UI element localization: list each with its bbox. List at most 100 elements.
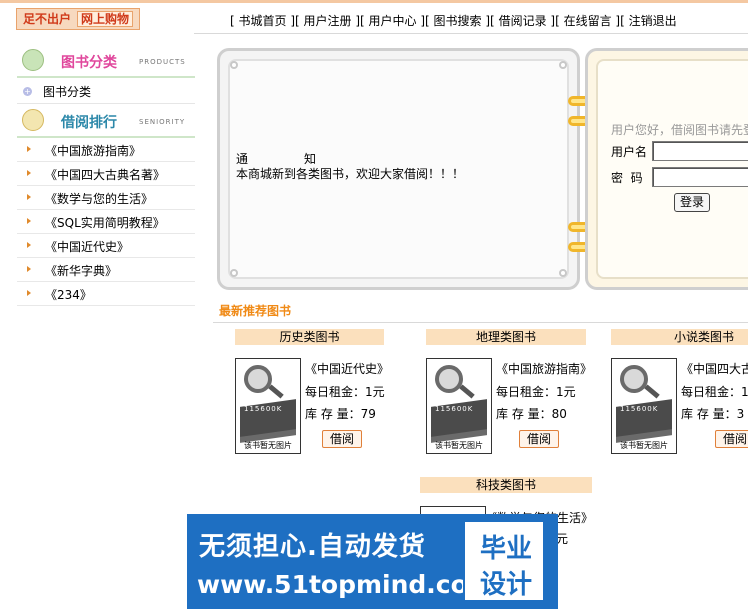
login-button[interactable]: 登录 <box>674 193 710 212</box>
ranking-en-label: SENIORITY <box>139 118 186 126</box>
nav-bracket: ][ <box>546 14 564 28</box>
ranking-item[interactable]: 《中国四大古典名著》 <box>17 162 195 186</box>
nav-user-center[interactable]: 用户中心 <box>369 14 417 28</box>
book-rent: 每日租金：1 <box>681 385 748 399</box>
ranking-item-label: 《SQL实用简明教程》 <box>45 216 165 230</box>
recommend-title: 最新推荐图书 <box>219 304 292 318</box>
watermark-banner: 无须担心.自动发货 www.51topmind.com 毕业 设计 <box>187 514 558 609</box>
borrow-button[interactable]: 借阅 <box>715 430 748 448</box>
arrow-icon <box>27 266 31 272</box>
ranking-list: 《中国旅游指南》 《中国四大古典名著》 《数学与您的生活》 《SQL实用简明教程… <box>17 138 195 306</box>
password-label: 密 码 <box>611 171 643 185</box>
book-rent: 每日租金：1元 <box>496 385 576 399</box>
nav-bracket: ][ <box>416 14 434 28</box>
expand-icon: + <box>23 87 32 96</box>
corner-dot <box>230 61 238 69</box>
nav-bracket: [ <box>230 14 239 28</box>
badge-top-text: 毕业 <box>479 534 532 564</box>
cover-stack-text: 115600K <box>435 405 474 413</box>
ranking-header: 借阅排行 SENIORITY <box>17 104 195 138</box>
nav-bracket: ][ <box>611 14 629 28</box>
magnifier-icon <box>620 365 648 393</box>
sidebar: 图书分类 PRODUCTS + 图书分类 借阅排行 SENIORITY 《中国旅… <box>17 44 195 306</box>
pen-icon <box>22 109 44 131</box>
notice-title-left: 通 <box>236 152 249 166</box>
book-stock: 库 存 量：3 <box>681 407 745 421</box>
ranking-item-label: 《新华字典》 <box>45 264 118 278</box>
site-logo[interactable]: 足不出户 网上购物 <box>16 8 141 30</box>
login-hint: 用户您好，借阅图书请先登 <box>611 123 748 137</box>
category-item-label: 图书分类 <box>43 85 92 99</box>
book-title-link[interactable]: 《中国近代史》 <box>305 360 389 377</box>
ranking-item-label: 《数学与您的生活》 <box>45 192 154 206</box>
ranking-title: 借阅排行 <box>61 115 117 131</box>
magnifier-icon <box>435 365 463 393</box>
nav-bracket: ][ <box>286 14 304 28</box>
username-label: 用户名 <box>611 145 648 159</box>
arrow-icon <box>27 218 31 224</box>
category-item[interactable]: + 图书分类 <box>17 78 195 104</box>
notice-title-right: 知 <box>304 152 317 166</box>
borrow-button[interactable]: 借阅 <box>322 430 362 448</box>
nav-messages[interactable]: 在线留言 <box>564 14 612 28</box>
ranking-item[interactable]: 《中国旅游指南》 <box>17 138 195 162</box>
nav-register[interactable]: 用户注册 <box>304 14 352 28</box>
username-input[interactable] <box>652 141 748 161</box>
book-title-link[interactable]: 《中国旅游指南》 <box>496 360 592 377</box>
book-rent: 每日租金：1元 <box>305 385 385 399</box>
arrow-icon <box>27 146 31 152</box>
page: 足不出户 网上购物 [ 书城首页 ][ 用户注册 ][ 用户中心 ][ 图书搜索 … <box>0 0 748 609</box>
nav-borrow-records[interactable]: 借阅记录 <box>499 14 547 28</box>
top-nav: [ 书城首页 ][ 用户注册 ][ 用户中心 ][ 图书搜索 ][ 借阅记录 ]… <box>230 12 677 29</box>
ranking-item-label: 《中国四大古典名著》 <box>45 168 166 182</box>
password-input[interactable] <box>652 167 748 187</box>
nav-logout[interactable]: 注销退出 <box>629 14 677 28</box>
logo-left-text: 足不出户 <box>23 12 72 26</box>
ranking-item-label: 《234》 <box>45 288 92 302</box>
nav-search[interactable]: 图书搜索 <box>434 14 482 28</box>
category-bar-tech: 科技类图书 <box>420 477 592 493</box>
ranking-item[interactable]: 《新华字典》 <box>17 258 195 282</box>
book-cover[interactable]: 115600K 该书暂无图片 <box>235 358 301 454</box>
cover-stack-text: 115600K <box>244 405 283 413</box>
corner-dot <box>559 61 567 69</box>
watermark-badge: 毕业 设计 <box>463 520 545 602</box>
magnifier-icon <box>244 365 272 393</box>
ranking-item-label: 《中国旅游指南》 <box>45 144 142 158</box>
nav-bracket: ][ <box>481 14 499 28</box>
nav-bracket: ][ <box>351 14 369 28</box>
products-en-label: PRODUCTS <box>139 58 186 66</box>
nav-home[interactable]: 书城首页 <box>239 14 287 28</box>
category-bar-geography: 地理类图书 <box>426 329 586 345</box>
cover-stack-text: 115600K <box>620 405 659 413</box>
ranking-item[interactable]: 《数学与您的生活》 <box>17 186 195 210</box>
ranking-item[interactable]: 《中国近代史》 <box>17 234 195 258</box>
logo-right-text: 网上购物 <box>77 11 134 27</box>
notice-body: 本商城新到各类图书，欢迎大家借阅！！！ <box>236 167 465 181</box>
book-title-link[interactable]: 《中国四大古 <box>681 360 748 377</box>
ranking-item[interactable]: 《234》 <box>17 282 195 306</box>
watermark-line1: 无须担心.自动发货 <box>199 532 426 562</box>
arrow-icon <box>27 290 31 296</box>
book-stock: 库 存 量：79 <box>305 407 376 421</box>
book-stock: 库 存 量：80 <box>496 407 567 421</box>
arrow-icon <box>27 242 31 248</box>
ranking-item[interactable]: 《SQL实用简明教程》 <box>17 210 195 234</box>
corner-dot <box>230 269 238 277</box>
book-cover[interactable]: 115600K 该书暂无图片 <box>426 358 492 454</box>
magnifier-handle <box>459 384 475 399</box>
arrow-icon <box>27 194 31 200</box>
arrow-icon <box>27 170 31 176</box>
cover-caption: 该书暂无图片 <box>435 441 483 450</box>
ranking-item-label: 《中国近代史》 <box>45 240 130 254</box>
book-cover[interactable]: 115600K 该书暂无图片 <box>611 358 677 454</box>
borrow-button[interactable]: 借阅 <box>519 430 559 448</box>
products-title: 图书分类 <box>61 55 117 71</box>
magnifier-handle <box>644 384 660 399</box>
header-strip <box>0 0 748 3</box>
book-cover[interactable] <box>420 506 486 514</box>
category-bar-history: 历史类图书 <box>235 329 384 345</box>
cover-caption: 该书暂无图片 <box>620 441 668 450</box>
magnifier-handle <box>268 384 284 399</box>
badge-bottom-text: 设计 <box>479 570 532 600</box>
